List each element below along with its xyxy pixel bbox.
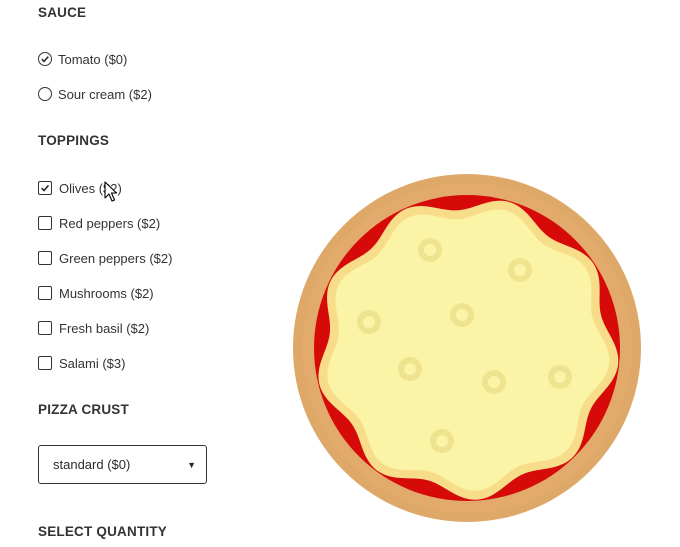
checkbox-icon[interactable] [38, 286, 52, 300]
checkbox-icon[interactable] [38, 216, 52, 230]
topping-option-green-peppers[interactable]: Green peppers ($2) [38, 249, 172, 267]
topping-option-red-peppers[interactable]: Red peppers ($2) [38, 214, 160, 232]
checkbox-icon[interactable] [38, 321, 52, 335]
checkbox-checked-icon[interactable] [38, 181, 52, 195]
topping-option-label: Fresh basil ($2) [59, 320, 150, 336]
topping-option-label: Salami ($3) [59, 355, 126, 371]
crust-title: PIZZA CRUST [38, 402, 129, 417]
mouse-pointer-icon [104, 181, 118, 202]
checkbox-icon[interactable] [38, 356, 52, 370]
sauce-option-tomato[interactable]: Tomato ($0) [38, 50, 127, 68]
sauce-title: SAUCE [38, 5, 87, 20]
radio-icon[interactable] [38, 87, 52, 101]
pizza-preview [293, 174, 641, 522]
topping-option-mushrooms[interactable]: Mushrooms ($2) [38, 284, 154, 302]
topping-option-label: Green peppers ($2) [59, 250, 173, 266]
chevron-down-icon: ▼ [187, 459, 196, 470]
topping-option-salami[interactable]: Salami ($3) [38, 354, 125, 372]
sauce-option-label: Sour cream ($2) [58, 86, 152, 102]
toppings-title: TOPPINGS [38, 133, 110, 148]
topping-option-label: Red peppers ($2) [59, 215, 161, 231]
sauce-option-label: Tomato ($0) [58, 51, 128, 67]
radio-checked-icon[interactable] [38, 52, 52, 66]
topping-option-fresh-basil[interactable]: Fresh basil ($2) [38, 319, 149, 337]
topping-option-label: Mushrooms ($2) [59, 285, 154, 301]
quantity-title: SELECT QUANTITY [38, 524, 168, 539]
checkbox-icon[interactable] [38, 251, 52, 265]
crust-select-value: standard ($0) [53, 457, 131, 472]
sauce-option-sour-cream[interactable]: Sour cream ($2) [38, 85, 152, 103]
crust-select[interactable]: standard ($0) ▼ [38, 445, 207, 484]
